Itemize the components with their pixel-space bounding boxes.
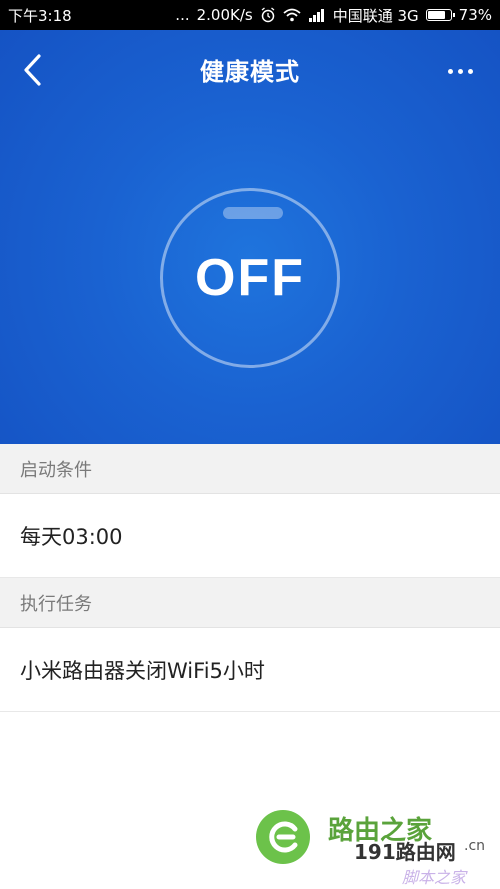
watermark: 路由之家 191路由网 .cn 脚本之家 — [252, 806, 500, 889]
status-right: ... 2.00K/s 中国联通 3G 73% — [175, 5, 492, 26]
cell-signal-icon — [308, 9, 324, 22]
hero-panel: 健康模式 OFF — [0, 30, 500, 444]
more-dot — [467, 68, 473, 74]
trigger-value: 每天03:00 — [20, 524, 123, 549]
toggle-indicator — [223, 207, 283, 219]
more-options-button[interactable] — [438, 56, 482, 86]
battery-fill — [427, 11, 446, 19]
network-speed: 2.00K/s — [196, 6, 253, 24]
battery-percent: 73% — [458, 6, 492, 24]
signal-dots: ... — [175, 6, 190, 24]
alarm-icon — [261, 7, 275, 23]
more-dot — [447, 68, 453, 74]
watermark-brand: 191路由网 — [354, 840, 456, 864]
status-time: 下午3:18 — [8, 6, 72, 25]
more-dot — [457, 68, 463, 74]
power-toggle-button[interactable]: OFF — [160, 188, 340, 368]
trigger-row[interactable]: 每天03:00 — [0, 494, 500, 578]
watermark-logo-icon — [256, 810, 310, 864]
battery-icon — [425, 9, 455, 21]
section-header-trigger: 启动条件 — [0, 444, 500, 494]
toggle-state-label: OFF — [195, 249, 305, 307]
watermark-sub: 脚本之家 — [402, 868, 467, 887]
carrier-name: 中国联通 3G — [332, 6, 419, 25]
wifi-icon — [283, 8, 301, 22]
page-title: 健康模式 — [200, 58, 300, 86]
section-header-task: 执行任务 — [0, 578, 500, 628]
status-bar: 下午3:18 ... 2.00K/s 中国联通 3G 73% — [0, 0, 500, 30]
task-value: 小米路由器关闭WiFi5小时 — [20, 658, 265, 683]
task-row[interactable]: 小米路由器关闭WiFi5小时 — [0, 628, 500, 712]
watermark-domain: .cn — [464, 838, 486, 854]
